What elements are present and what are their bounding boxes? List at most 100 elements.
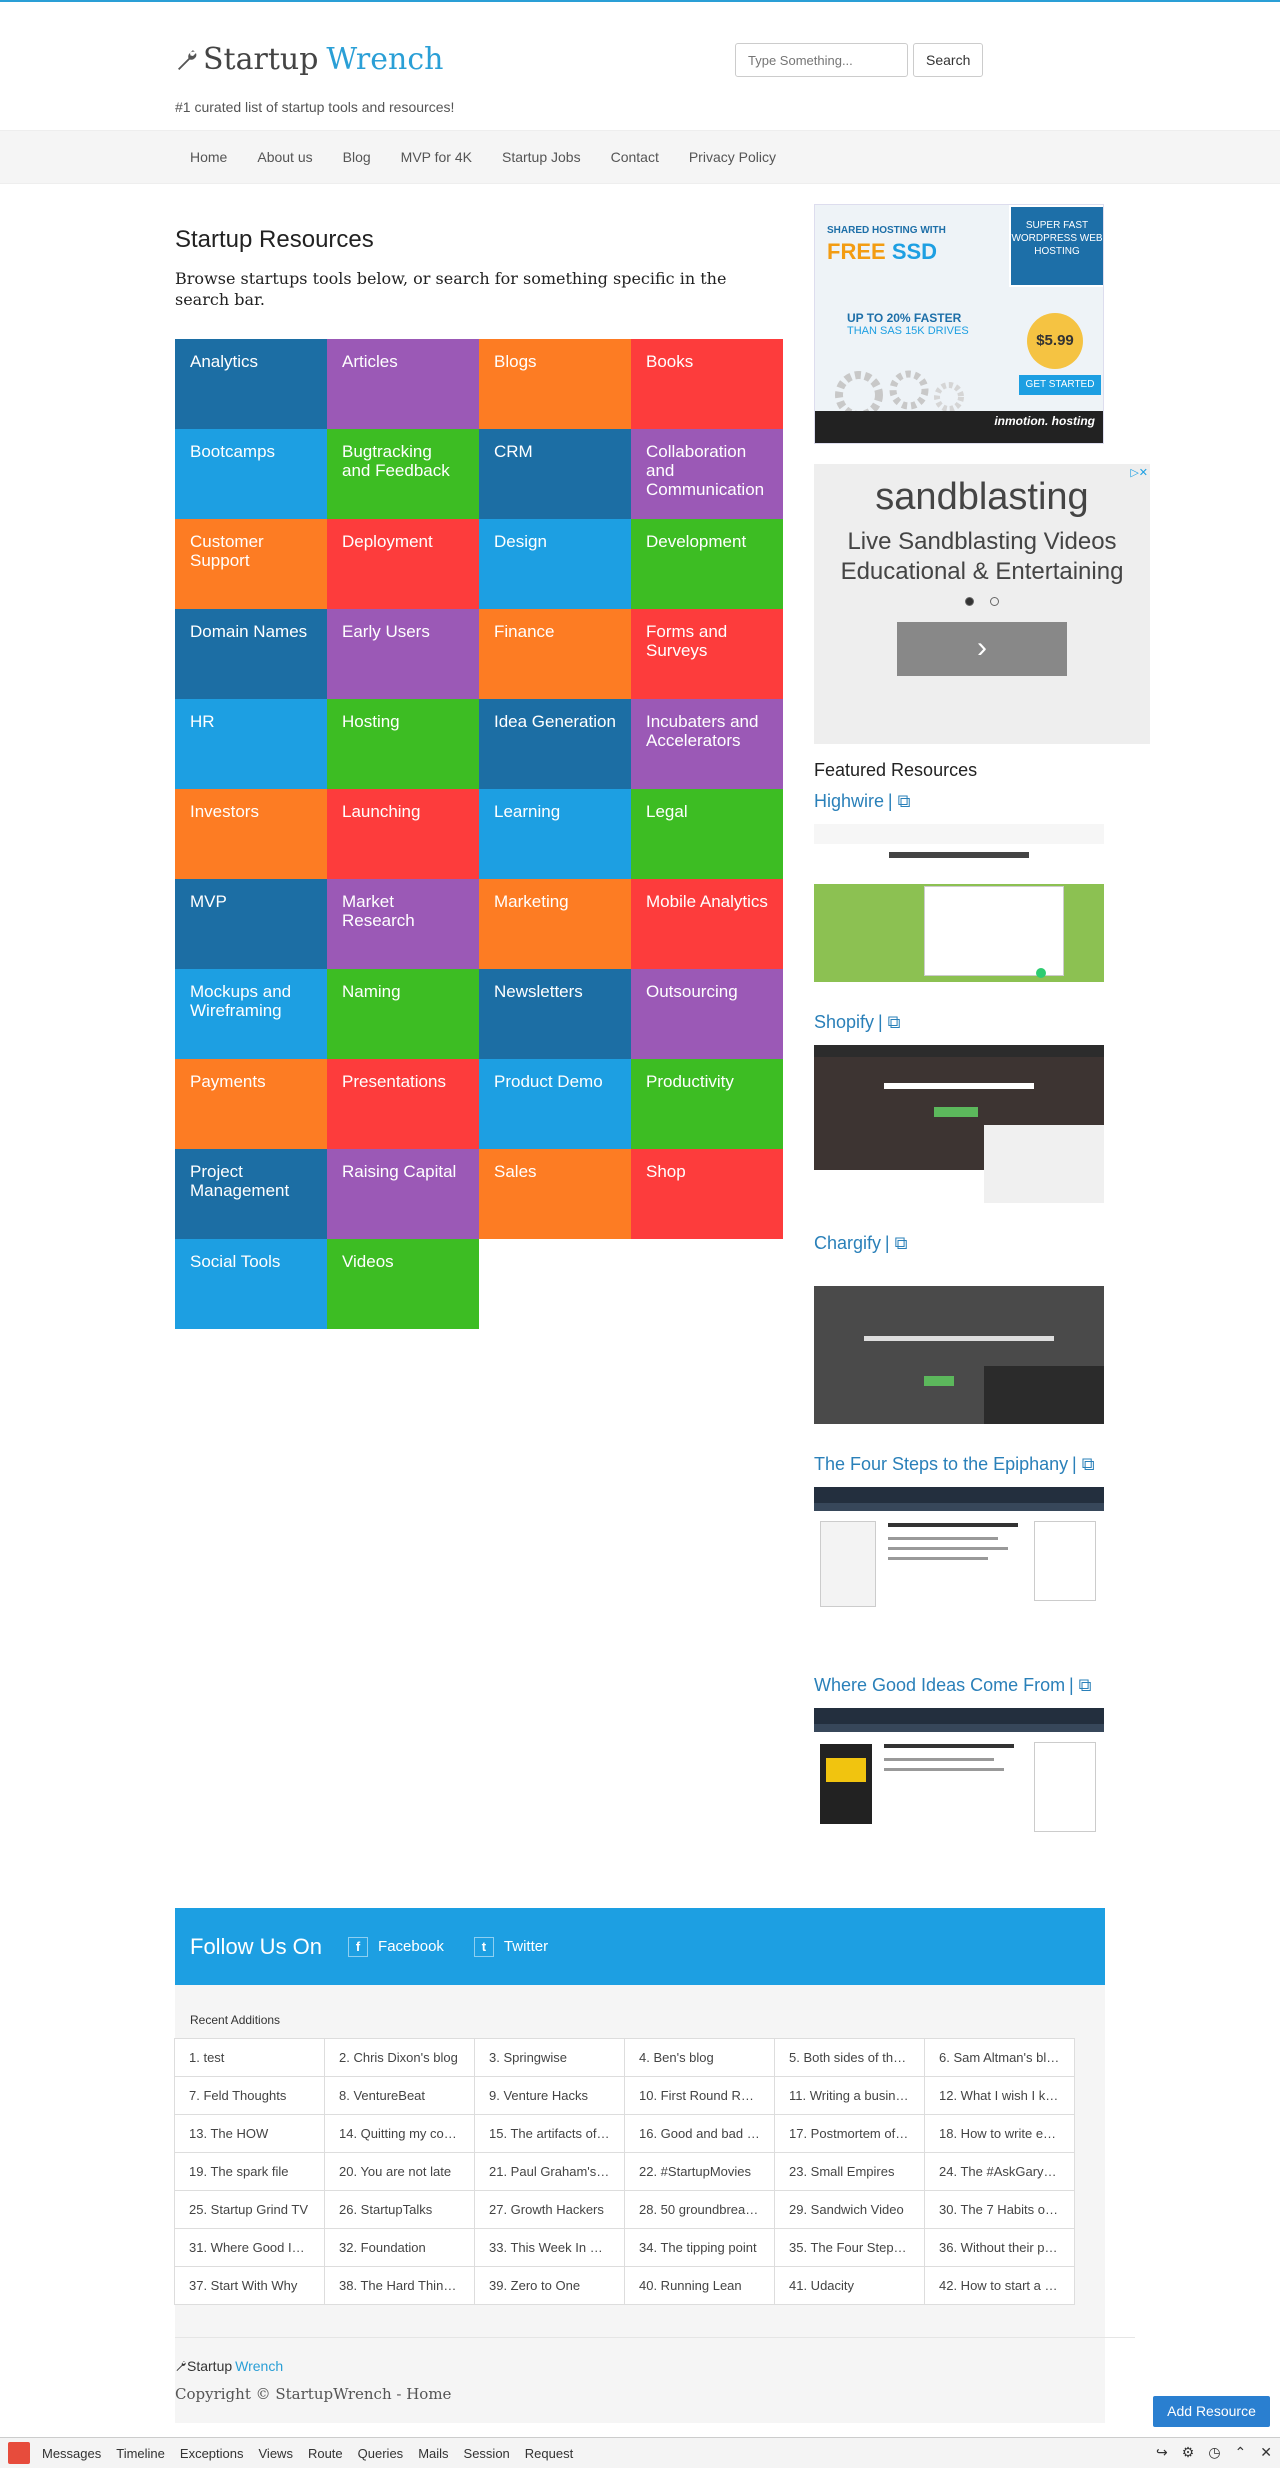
debug-tab-request[interactable]: Request — [525, 2446, 573, 2461]
featured-link[interactable]: Where Good Ideas Come From — [814, 1675, 1065, 1695]
category-tile-collaboration-and-communication[interactable]: Collaboration and Communication — [631, 429, 783, 519]
category-tile-productivity[interactable]: Productivity — [631, 1059, 783, 1149]
recent-item[interactable]: 16. Good and bad startup — [624, 2114, 775, 2153]
category-tile-customer-support[interactable]: Customer Support — [175, 519, 327, 609]
category-tile-social-tools[interactable]: Social Tools — [175, 1239, 327, 1329]
nav-mvp-for-4k[interactable]: MVP for 4K — [386, 131, 487, 183]
nav-startup-jobs[interactable]: Startup Jobs — [487, 131, 596, 183]
debug-tab-queries[interactable]: Queries — [358, 2446, 404, 2461]
recent-item[interactable]: 13. The HOW — [174, 2114, 325, 2153]
category-tile-sales[interactable]: Sales — [479, 1149, 631, 1239]
recent-item[interactable]: 26. StartupTalks — [324, 2190, 475, 2229]
category-tile-launching[interactable]: Launching — [327, 789, 479, 879]
category-tile-incubaters-and-accelerators[interactable]: Incubaters and Accelerators — [631, 699, 783, 789]
nav-contact[interactable]: Contact — [596, 131, 674, 183]
category-tile-early-users[interactable]: Early Users — [327, 609, 479, 699]
recent-item[interactable]: 17. Postmortem of a startup — [774, 2114, 925, 2153]
share-icon[interactable]: ↪ — [1156, 2438, 1168, 2467]
featured-screenshot[interactable] — [814, 1708, 1104, 1866]
collapse-icon[interactable]: ⌃ — [1235, 2438, 1247, 2467]
close-icon[interactable]: ✕ — [1260, 2438, 1272, 2467]
settings-icon[interactable]: ⚙ — [1182, 2438, 1195, 2467]
category-tile-mvp[interactable]: MVP — [175, 879, 327, 969]
facebook-link[interactable]: f Facebook — [348, 1936, 444, 1957]
recent-item[interactable]: 30. The 7 Habits of Highly Effective Peo… — [924, 2190, 1075, 2229]
category-tile-product-demo[interactable]: Product Demo — [479, 1059, 631, 1149]
recent-item[interactable]: 2. Chris Dixon's blog — [324, 2038, 475, 2077]
recent-item[interactable]: 37. Start With Why — [174, 2266, 325, 2305]
carousel-dot-2[interactable] — [990, 597, 999, 606]
recent-item[interactable]: 38. The Hard Thing About Hard Things — [324, 2266, 475, 2305]
recent-item[interactable]: 3. Springwise — [474, 2038, 625, 2077]
category-tile-presentations[interactable]: Presentations — [327, 1059, 479, 1149]
nav-blog[interactable]: Blog — [328, 131, 386, 183]
recent-item[interactable]: 15. The artifacts of startup — [474, 2114, 625, 2153]
recent-item[interactable]: 29. Sandwich Video — [774, 2190, 925, 2229]
category-tile-deployment[interactable]: Deployment — [327, 519, 479, 609]
recent-item[interactable]: 11. Writing a business plan — [774, 2076, 925, 2115]
external-link-icon[interactable]: | ⧉ — [885, 1233, 908, 1253]
category-tile-market-research[interactable]: Market Research — [327, 879, 479, 969]
category-tile-marketing[interactable]: Marketing — [479, 879, 631, 969]
add-resource-button[interactable]: Add Resource — [1153, 2396, 1270, 2427]
recent-item[interactable]: 20. You are not late — [324, 2152, 475, 2191]
category-tile-articles[interactable]: Articles — [327, 339, 479, 429]
debug-tab-timeline[interactable]: Timeline — [116, 2446, 165, 2461]
ad-close-icon[interactable]: ▷✕ — [1130, 466, 1148, 479]
recent-item[interactable]: 25. Startup Grind TV — [174, 2190, 325, 2229]
category-tile-newsletters[interactable]: Newsletters — [479, 969, 631, 1059]
debug-tab-mails[interactable]: Mails — [418, 2446, 448, 2461]
recent-item[interactable]: 1. test — [174, 2038, 325, 2077]
category-tile-domain-names[interactable]: Domain Names — [175, 609, 327, 699]
recent-item[interactable]: 14. Quitting my corporate job — [324, 2114, 475, 2153]
recent-item[interactable]: 24. The #AskGaryVee Show — [924, 2152, 1075, 2191]
category-tile-design[interactable]: Design — [479, 519, 631, 609]
recent-item[interactable]: 6. Sam Altman's blog — [924, 2038, 1075, 2077]
featured-link[interactable]: Chargify — [814, 1233, 881, 1253]
recent-item[interactable]: 32. Foundation — [324, 2228, 475, 2267]
recent-item[interactable]: 22. #StartupMovies — [624, 2152, 775, 2191]
search-button[interactable]: Search — [913, 43, 984, 77]
category-tile-bugtracking-and-feedback[interactable]: Bugtracking and Feedback — [327, 429, 479, 519]
category-tile-hr[interactable]: HR — [175, 699, 327, 789]
ad-get-started-button[interactable]: GET STARTED — [1019, 375, 1101, 395]
featured-screenshot[interactable] — [814, 824, 1104, 982]
recent-item[interactable]: 28. 50 groundbreaking startups — [624, 2190, 775, 2229]
category-tile-analytics[interactable]: Analytics — [175, 339, 327, 429]
nav-home[interactable]: Home — [175, 131, 242, 183]
sandblasting-ad[interactable]: ▷✕ sandblasting Live Sandblasting Videos… — [814, 464, 1150, 744]
recent-item[interactable]: 7. Feld Thoughts — [174, 2076, 325, 2115]
recent-item[interactable]: 18. How to write emails — [924, 2114, 1075, 2153]
recent-item[interactable]: 5. Both sides of the table — [774, 2038, 925, 2077]
category-tile-learning[interactable]: Learning — [479, 789, 631, 879]
recent-item[interactable]: 27. Growth Hackers — [474, 2190, 625, 2229]
recent-item[interactable]: 19. The spark file — [174, 2152, 325, 2191]
category-tile-mobile-analytics[interactable]: Mobile Analytics — [631, 879, 783, 969]
recent-item[interactable]: 40. Running Lean — [624, 2266, 775, 2305]
category-tile-forms-and-surveys[interactable]: Forms and Surveys — [631, 609, 783, 699]
recent-item[interactable]: 8. VentureBeat — [324, 2076, 475, 2115]
debug-tab-exceptions[interactable]: Exceptions — [180, 2446, 244, 2461]
category-tile-videos[interactable]: Videos — [327, 1239, 479, 1329]
category-tile-mockups-and-wireframing[interactable]: Mockups and Wireframing — [175, 969, 327, 1059]
recent-item[interactable]: 10. First Round Review — [624, 2076, 775, 2115]
carousel-dot-1[interactable] — [965, 597, 974, 606]
nav-about-us[interactable]: About us — [242, 131, 327, 183]
external-link-icon[interactable]: | ⧉ — [878, 1012, 901, 1032]
ad-next-button[interactable]: › — [897, 622, 1067, 676]
featured-link[interactable]: Highwire — [814, 791, 884, 811]
recent-item[interactable]: 35. The Four Steps to the Epiphany — [774, 2228, 925, 2267]
clock-icon[interactable]: ◷ — [1208, 2438, 1220, 2467]
category-tile-bootcamps[interactable]: Bootcamps — [175, 429, 327, 519]
recent-item[interactable]: 33. This Week In Startups — [474, 2228, 625, 2267]
hosting-ad[interactable]: SHARED HOSTING WITH FREE SSD UP TO 20% F… — [814, 204, 1104, 444]
category-tile-blogs[interactable]: Blogs — [479, 339, 631, 429]
recent-item[interactable]: 34. The tipping point — [624, 2228, 775, 2267]
site-logo[interactable]: Startup Wrench — [175, 42, 443, 77]
recent-item[interactable]: 36. Without their permission — [924, 2228, 1075, 2267]
debug-tab-views[interactable]: Views — [259, 2446, 293, 2461]
recent-item[interactable]: 23. Small Empires — [774, 2152, 925, 2191]
featured-link[interactable]: Shopify — [814, 1012, 874, 1032]
recent-item[interactable]: 41. Udacity — [774, 2266, 925, 2305]
category-tile-payments[interactable]: Payments — [175, 1059, 327, 1149]
